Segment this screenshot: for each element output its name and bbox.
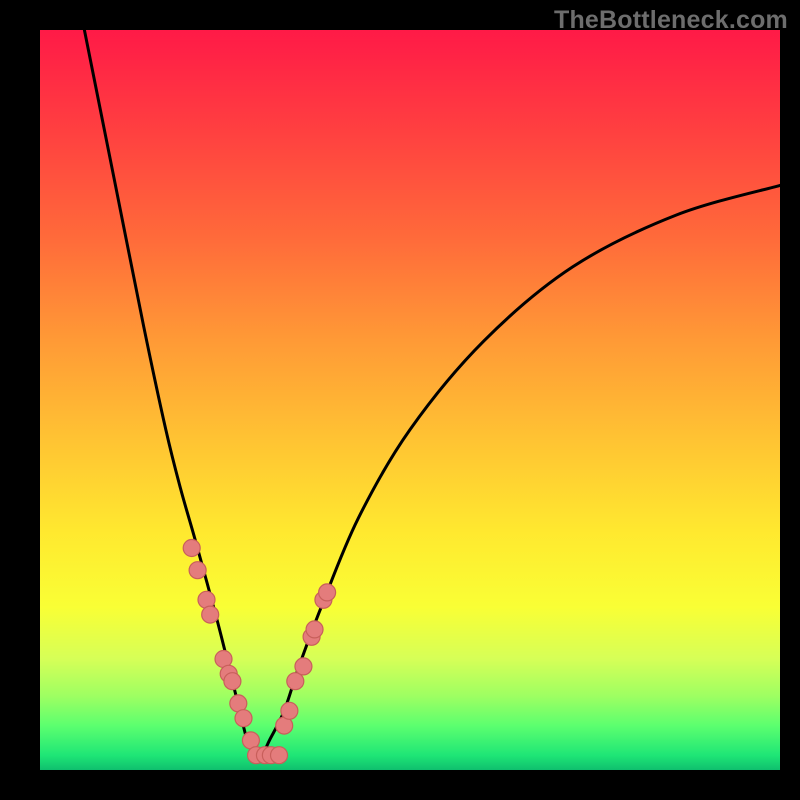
data-marker <box>189 562 206 579</box>
data-marker <box>235 710 252 727</box>
data-marker <box>295 658 312 675</box>
chart-frame: TheBottleneck.com <box>0 0 800 800</box>
data-marker <box>287 673 304 690</box>
watermark-text: TheBottleneck.com <box>554 6 788 35</box>
bottleneck-curve <box>84 30 780 757</box>
curve-layer <box>40 30 780 770</box>
data-marker <box>198 591 215 608</box>
data-marker <box>202 606 219 623</box>
data-marker <box>319 584 336 601</box>
data-marker <box>224 673 241 690</box>
data-marker <box>183 540 200 557</box>
data-marker <box>281 702 298 719</box>
marker-group <box>183 540 335 764</box>
data-marker <box>271 747 288 764</box>
plot-area <box>40 30 780 770</box>
data-marker <box>306 621 323 638</box>
